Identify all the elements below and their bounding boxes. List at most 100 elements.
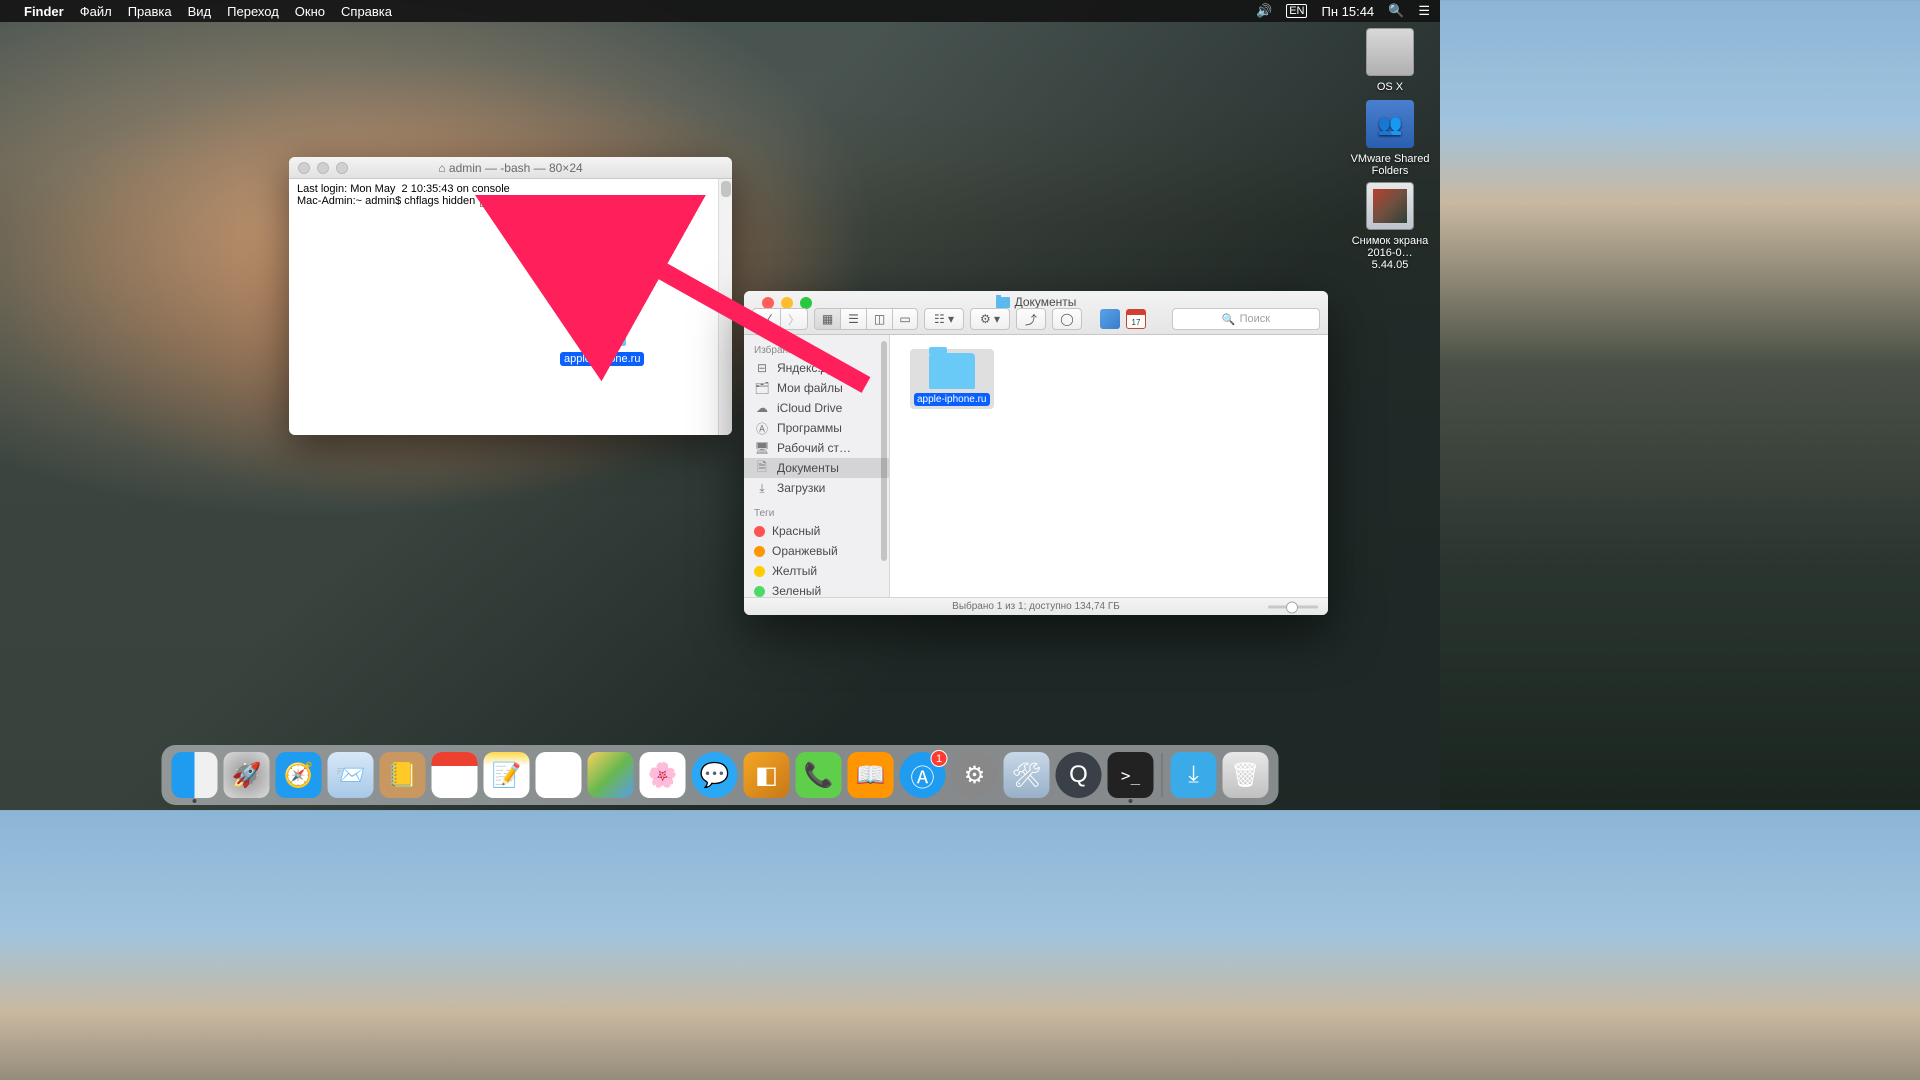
dock-calendar[interactable] [432, 752, 478, 798]
home-icon: ⌂ [438, 161, 445, 175]
volume-icon[interactable]: 🔊 [1256, 3, 1272, 19]
menu-go[interactable]: Переход [227, 4, 279, 19]
desktop-icon-vmware[interactable]: 👥 VMware Shared Folders [1350, 100, 1430, 177]
dock-trash[interactable]: 🗑 [1223, 752, 1269, 798]
dock-contacts[interactable]: 📒 [380, 752, 426, 798]
sidebar-item-myfiles[interactable]: 🗂Мои файлы [744, 378, 889, 398]
desktop-icon-screenshot[interactable]: Снимок экрана 2016-0…5.44.05 [1350, 182, 1430, 271]
view-icons-button[interactable]: ▦ [814, 308, 840, 330]
dock-maps[interactable] [588, 752, 634, 798]
share-button[interactable]: ⤴ [1016, 308, 1046, 330]
finder-titlebar[interactable]: Документы 〈 〉 ▦ ☰ ◫ ▭ ☷ ▾ ⚙ ▾ ⤴ ◯ 17 🔍 [744, 291, 1328, 335]
sidebar-tag-green[interactable]: Зеленый [744, 581, 889, 597]
menubar: Finder Файл Правка Вид Переход Окно Спра… [0, 0, 1440, 22]
search-icon: 🔍 [1222, 313, 1236, 326]
sidebar-item-icloud[interactable]: ☁iCloud Drive [744, 398, 889, 418]
finder-toolbar: 〈 〉 ▦ ☰ ◫ ▭ ☷ ▾ ⚙ ▾ ⤴ ◯ 17 🔍 Поиск [752, 308, 1320, 330]
icon-size-slider[interactable] [1268, 605, 1318, 608]
status-text: Выбрано 1 из 1; доступно 134,74 ГБ [952, 601, 1120, 612]
disk-icon: ⊟ [754, 361, 770, 375]
view-coverflow-button[interactable]: ▭ [892, 308, 918, 330]
view-mode-buttons: ▦ ☰ ◫ ▭ [814, 308, 918, 330]
desktop-icon-osx[interactable]: OS X [1350, 28, 1430, 93]
dock-appstore[interactable]: Ⓐ1 [900, 752, 946, 798]
documents-icon: 🗎 [754, 461, 770, 475]
view-list-button[interactable]: ☰ [840, 308, 866, 330]
finder-content[interactable]: apple-iphone.ru [890, 335, 1328, 597]
apps-icon: Ⓐ [754, 421, 770, 435]
badge-icon: 1 [931, 750, 948, 767]
view-columns-button[interactable]: ◫ [866, 308, 892, 330]
tag-dot-icon [754, 546, 765, 557]
menubar-app-name[interactable]: Finder [24, 4, 64, 19]
cloud-icon: ☁ [754, 401, 770, 415]
menu-edit[interactable]: Правка [128, 4, 172, 19]
sidebar-tag-yellow[interactable]: Желтый [744, 561, 889, 581]
finder-window[interactable]: Документы 〈 〉 ▦ ☰ ◫ ▭ ☷ ▾ ⚙ ▾ ⤴ ◯ 17 🔍 [744, 291, 1328, 615]
notification-center-icon[interactable]: ☰ [1418, 3, 1430, 19]
sidebar-item-desktop[interactable]: 🖥Рабочий ст… [744, 438, 889, 458]
terminal-body[interactable]: Last login: Mon May 2 10:35:43 on consol… [289, 179, 732, 435]
folder-icon [996, 297, 1010, 308]
input-lang[interactable]: EN [1286, 4, 1307, 18]
sidebar-tag-orange[interactable]: Оранжевый [744, 541, 889, 561]
terminal-window[interactable]: ⌂ admin — -bash — 80×24 Last login: Mon … [289, 157, 732, 435]
dock-launchpad[interactable]: 🚀 [224, 752, 270, 798]
terminal-scrollbar[interactable] [718, 179, 732, 435]
finder-sidebar: Избранное ⊟Яндекс.Диск 🗂Мои файлы ☁iClou… [744, 335, 890, 597]
sidebar-tag-red[interactable]: Красный [744, 521, 889, 541]
arrange-button[interactable]: ☷ ▾ [924, 308, 964, 330]
dock-mail[interactable]: 📨 [328, 752, 374, 798]
dock-ibooks[interactable]: 📖 [848, 752, 894, 798]
dock-app-orange[interactable]: ◧ [744, 752, 790, 798]
menu-help[interactable]: Справка [341, 4, 392, 19]
drag-folder-label: apple-iphone.ru [560, 352, 644, 366]
dock-separator [1162, 753, 1163, 797]
sidebar-item-downloads[interactable]: ⤓Загрузки [744, 478, 889, 498]
preview-app-icon[interactable] [1100, 309, 1120, 329]
sidebar-section-favorites: Избранное [744, 341, 889, 358]
action-button[interactable]: ⚙ ▾ [970, 308, 1010, 330]
sidebar-scrollbar[interactable] [881, 341, 887, 561]
desktop-icon-label: OS X [1350, 81, 1430, 93]
downloads-icon: ⤓ [754, 481, 770, 495]
menubar-clock[interactable]: Пн 15:44 [1321, 4, 1374, 19]
sidebar-item-documents[interactable]: 🗎Документы [744, 458, 889, 478]
finder-item-label: apple-iphone.ru [914, 393, 990, 406]
drag-folder-terminal[interactable]: apple-iphone.ru [560, 308, 644, 367]
dock-terminal[interactable]: >_ [1108, 752, 1154, 798]
sidebar-item-yandexdisk[interactable]: ⊟Яндекс.Диск [744, 358, 889, 378]
finder-search[interactable]: 🔍 Поиск [1172, 308, 1320, 330]
dock-notes[interactable]: 📝 [484, 752, 530, 798]
menu-window[interactable]: Окно [295, 4, 325, 19]
shared-folder-icon: 👥 [1366, 100, 1414, 148]
terminal-titlebar[interactable]: ⌂ admin — -bash — 80×24 [289, 157, 732, 179]
sidebar-item-apps[interactable]: ⒶПрограммы [744, 418, 889, 438]
dock-facetime[interactable]: 📞 [796, 752, 842, 798]
dock-reminders[interactable]: ☑︎ [536, 752, 582, 798]
tags-button[interactable]: ◯ [1052, 308, 1082, 330]
nav-buttons: 〈 〉 [752, 308, 808, 330]
desktop-icon: 🖥 [754, 441, 770, 455]
dock-quicktime[interactable]: Q [1056, 752, 1102, 798]
spotlight-icon[interactable]: 🔍 [1388, 3, 1404, 19]
dock-photos[interactable]: 🌸 [640, 752, 686, 798]
files-icon: 🗂 [754, 381, 770, 395]
menu-file[interactable]: Файл [80, 4, 112, 19]
folder-icon [929, 353, 975, 389]
forward-button[interactable]: 〉 [780, 308, 808, 330]
calendar-app-icon[interactable]: 17 [1126, 309, 1146, 329]
terminal-title: ⌂ admin — -bash — 80×24 [289, 161, 732, 175]
folder-icon [578, 308, 626, 346]
menu-view[interactable]: Вид [188, 4, 212, 19]
dock-messages[interactable]: 💬 [692, 752, 738, 798]
dock-finder[interactable] [172, 752, 218, 798]
dock-safari[interactable]: 🧭 [276, 752, 322, 798]
dock-app-utility[interactable]: 🛠 [1004, 752, 1050, 798]
sidebar-section-tags: Теги [744, 504, 889, 521]
back-button[interactable]: 〈 [752, 308, 780, 330]
dock: 🚀 🧭 📨 📒 📝 ☑︎ 🌸 💬 ◧ 📞 📖 Ⓐ1 ⚙ 🛠 Q >_ ⤓ 🗑 [162, 745, 1279, 805]
dock-system-preferences[interactable]: ⚙ [952, 752, 998, 798]
dock-downloads[interactable]: ⤓ [1171, 752, 1217, 798]
finder-item-folder[interactable]: apple-iphone.ru [910, 349, 994, 409]
